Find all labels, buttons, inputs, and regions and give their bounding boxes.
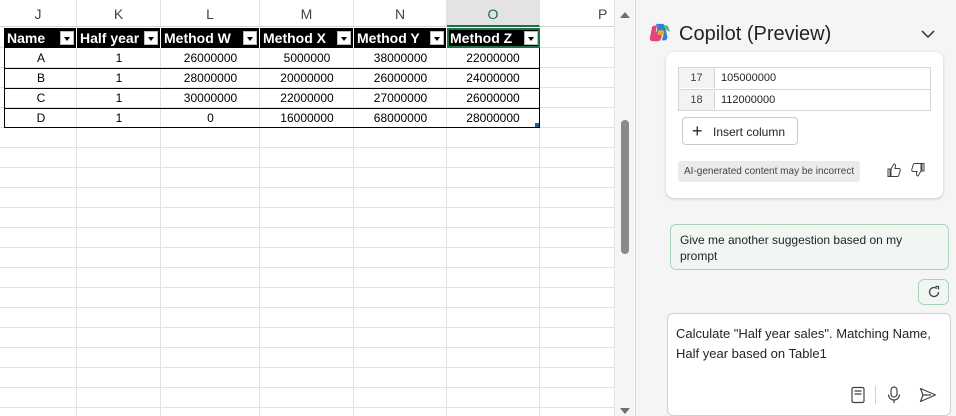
table-row: D 1 0 16000000 68000000 28000000 xyxy=(4,108,540,128)
table-resize-handle[interactable] xyxy=(535,123,539,127)
row-number: 17 xyxy=(679,68,715,88)
header-cell-name[interactable]: Name xyxy=(4,28,77,48)
column-header-n[interactable]: N xyxy=(354,0,447,27)
header-cell-method-x[interactable]: Method X xyxy=(260,28,354,48)
table-cell[interactable]: C xyxy=(5,88,77,108)
table-cell[interactable]: 1 xyxy=(77,68,161,88)
response-card: 17 105000000 18 112000000 + Insert colum… xyxy=(666,52,943,198)
table-cell[interactable]: 16000000 xyxy=(260,108,354,128)
refresh-button[interactable] xyxy=(918,279,949,305)
prompt-guide-icon[interactable] xyxy=(850,386,866,404)
copilot-logo-icon xyxy=(649,23,671,42)
table-row: C 1 30000000 22000000 27000000 26000000 xyxy=(4,88,540,108)
row-number: 18 xyxy=(679,90,715,110)
table-cell[interactable]: 30000000 xyxy=(161,88,260,108)
filter-dropdown-icon[interactable] xyxy=(243,31,257,45)
header-cell-half-year[interactable]: Half year xyxy=(77,28,161,48)
column-header-j[interactable]: J xyxy=(0,0,77,27)
thumbs-up-icon[interactable] xyxy=(886,162,902,178)
prompt-input[interactable]: Calculate "Half year sales". Matching Na… xyxy=(676,324,948,364)
table-cell[interactable]: 24000000 xyxy=(447,68,539,88)
excel-window: J K L M N O P Name Half year Method W Me… xyxy=(0,0,956,416)
table-cell[interactable]: 20000000 xyxy=(260,68,354,88)
chevron-down-icon[interactable] xyxy=(920,26,936,42)
column-header-l[interactable]: L xyxy=(161,0,260,27)
table-cell[interactable]: 22000000 xyxy=(447,48,539,68)
header-cell-method-y[interactable]: Method Y xyxy=(354,28,447,48)
scroll-down-icon[interactable] xyxy=(620,408,630,414)
header-label: Method W xyxy=(164,30,231,46)
header-label: Name xyxy=(7,30,46,46)
table-cell[interactable]: 28000000 xyxy=(447,108,539,128)
table-cell[interactable]: 68000000 xyxy=(354,108,447,128)
filter-dropdown-icon[interactable] xyxy=(337,31,351,45)
preview-row: 18 112000000 xyxy=(679,89,930,110)
scroll-up-icon[interactable] xyxy=(620,12,630,18)
filter-dropdown-icon[interactable] xyxy=(524,31,538,45)
header-label: Method X xyxy=(263,30,326,46)
table-cell[interactable]: 26000000 xyxy=(354,68,447,88)
insert-column-button[interactable]: + Insert column xyxy=(682,117,798,145)
send-icon[interactable] xyxy=(919,387,937,403)
copilot-pane: Copilot (Preview) 17 105000000 18 112000… xyxy=(635,0,956,416)
scrollbar-thumb[interactable] xyxy=(621,120,629,254)
column-header-k[interactable]: K xyxy=(77,0,161,27)
table-row: B 1 28000000 20000000 26000000 24000000 xyxy=(4,68,540,88)
insert-column-label: Insert column xyxy=(713,125,786,139)
row-value: 112000000 xyxy=(721,94,776,106)
row-value: 105000000 xyxy=(721,72,777,84)
table-cell[interactable]: 1 xyxy=(77,108,161,128)
suggestion-chip[interactable]: Give me another suggestion based on my p… xyxy=(670,224,949,270)
table-cell[interactable]: 26000000 xyxy=(161,48,260,68)
filter-dropdown-icon[interactable] xyxy=(144,31,158,45)
preview-table: 17 105000000 18 112000000 xyxy=(678,67,931,111)
column-header-o[interactable]: O xyxy=(447,0,540,27)
ai-disclaimer-badge: AI-generated content may be incorrect xyxy=(678,161,861,182)
table-cell[interactable]: 38000000 xyxy=(354,48,447,68)
header-cell-method-w[interactable]: Method W xyxy=(161,28,260,48)
header-label: Half year xyxy=(80,30,140,46)
header-cell-method-z[interactable]: Method Z xyxy=(447,28,540,48)
header-label: Method Y xyxy=(357,30,420,46)
column-headers: J K L M N O P xyxy=(0,0,614,27)
table-cell[interactable]: 27000000 xyxy=(354,88,447,108)
column-header-m[interactable]: M xyxy=(260,0,354,27)
plus-icon: + xyxy=(692,121,703,141)
filter-dropdown-icon[interactable] xyxy=(430,31,444,45)
table-cell[interactable]: 1 xyxy=(77,48,161,68)
table-cell[interactable]: 1 xyxy=(77,88,161,108)
refresh-icon xyxy=(928,285,940,298)
table-cell[interactable]: 5000000 xyxy=(260,48,354,68)
table-cell[interactable]: 0 xyxy=(161,108,260,128)
table-row: A 1 26000000 5000000 38000000 22000000 xyxy=(4,48,540,68)
composer-divider xyxy=(875,386,876,404)
table-cell[interactable]: B xyxy=(5,68,77,88)
spreadsheet-grid[interactable]: J K L M N O P Name Half year Method W Me… xyxy=(0,0,614,416)
table-header-row: Name Half year Method W Method X Method … xyxy=(4,28,540,48)
microphone-icon[interactable] xyxy=(886,386,902,404)
preview-row: 17 105000000 xyxy=(679,68,930,89)
vertical-scrollbar[interactable] xyxy=(614,0,634,416)
table-cell[interactable]: 28000000 xyxy=(161,68,260,88)
pane-title: Copilot (Preview) xyxy=(679,23,832,45)
column-header-p[interactable]: P xyxy=(540,0,614,27)
filter-dropdown-icon[interactable] xyxy=(60,31,74,45)
table-cell[interactable]: A xyxy=(5,48,77,68)
header-label: Method Z xyxy=(450,30,513,46)
prompt-composer[interactable]: Calculate "Half year sales". Matching Na… xyxy=(667,313,951,416)
thumbs-down-icon[interactable] xyxy=(910,162,926,178)
table-cell[interactable]: 26000000 xyxy=(447,88,539,108)
table-cell[interactable]: 22000000 xyxy=(260,88,354,108)
table-cell[interactable]: D xyxy=(5,108,77,128)
